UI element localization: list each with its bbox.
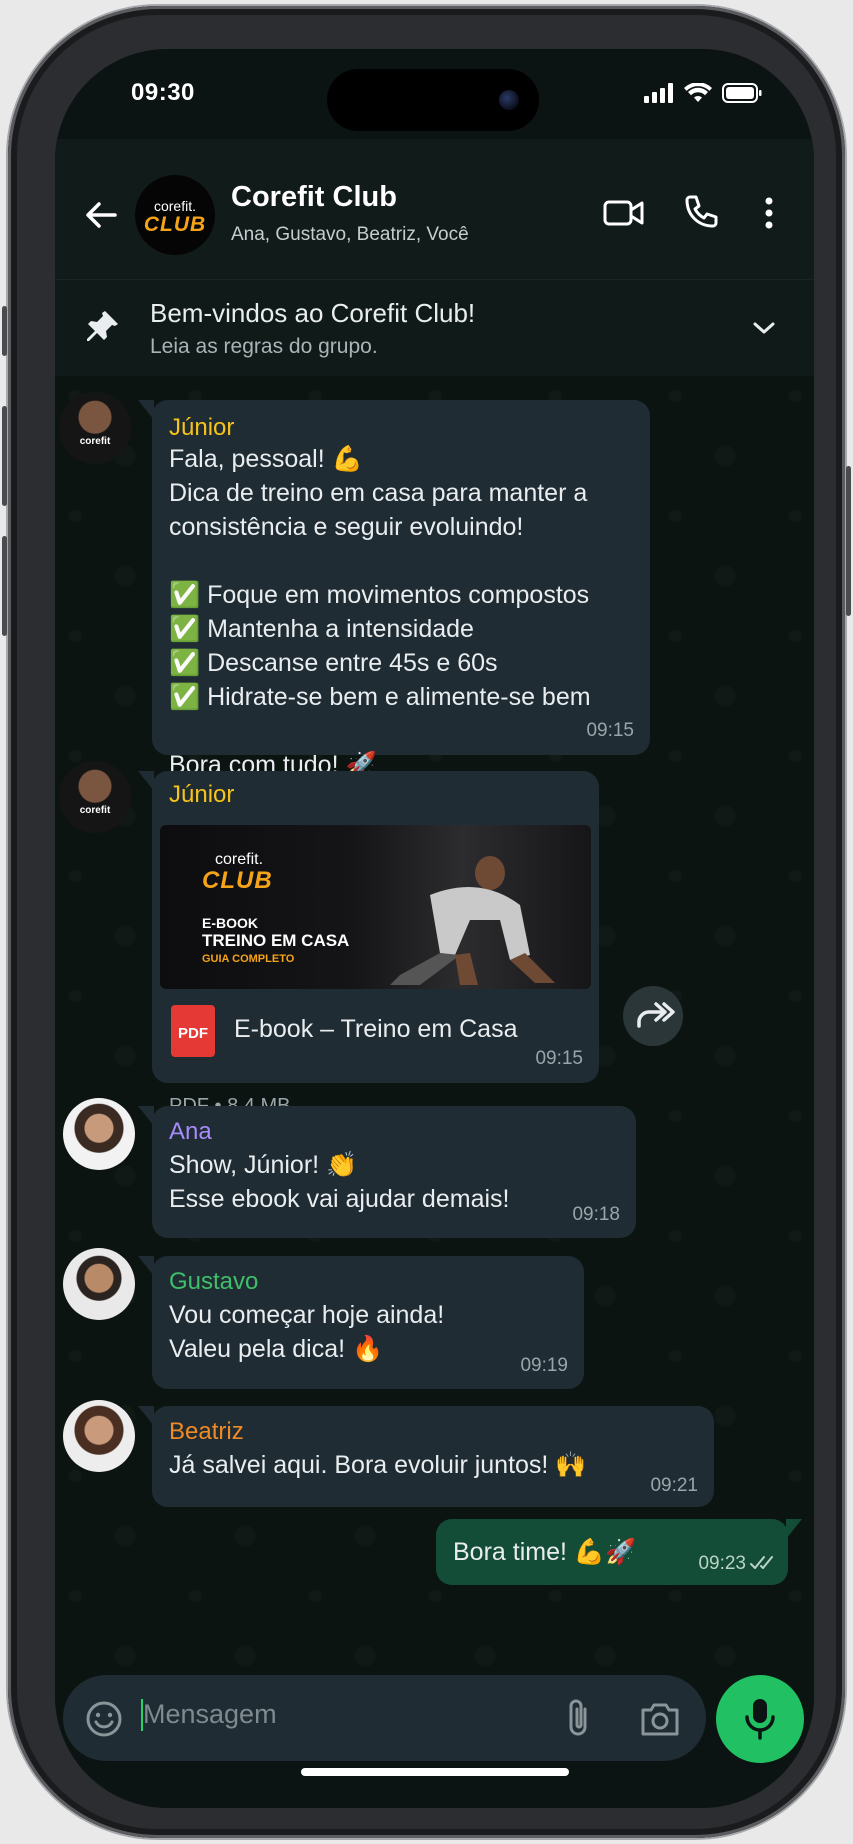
volume-down-button xyxy=(2,536,7,636)
pinned-title: Bem-vindos ao Corefit Club! xyxy=(150,298,476,328)
message-text: Show, Júnior! 👏 Esse ebook vai ajudar de… xyxy=(169,1151,510,1213)
outgoing-message[interactable]: Bora time! 💪🚀 09:23 xyxy=(436,1519,802,1585)
message-time: 09:15 xyxy=(535,1048,583,1069)
emoji-icon[interactable] xyxy=(85,1700,123,1738)
volume-up-button xyxy=(2,406,7,506)
message-time: 09:21 xyxy=(650,1475,698,1496)
more-options-icon[interactable] xyxy=(745,189,793,237)
message-text: Já salvei aqui. Bora evoluir juntos! 🙌 xyxy=(169,1451,587,1479)
dynamic-island xyxy=(327,69,539,131)
message-text: Bora time! 💪🚀 xyxy=(453,1538,637,1566)
ebook-cover-image[interactable]: corefit. CLUB E-BOOK TREINO EM CASA GUIA… xyxy=(160,825,591,989)
avatar-junior[interactable]: corefit xyxy=(59,761,131,833)
cover-label: E-BOOK xyxy=(202,915,258,931)
back-arrow-icon[interactable] xyxy=(81,195,121,235)
double-check-icon xyxy=(750,1556,773,1569)
action-button xyxy=(2,306,7,356)
athlete-figure xyxy=(390,856,555,985)
cover-subtitle: GUIA COMPLETO xyxy=(202,953,295,965)
message-bubble-3[interactable]: Ana Show, Júnior! 👏 Esse ebook vai ajuda… xyxy=(138,1106,636,1238)
forward-button[interactable] xyxy=(623,986,683,1046)
message-sender: Ana xyxy=(169,1118,212,1145)
status-time: 09:30 xyxy=(131,79,195,106)
attach-icon[interactable] xyxy=(563,1697,593,1739)
message-time: 09:15 xyxy=(586,720,634,741)
group-avatar[interactable]: corefit. CLUB xyxy=(135,175,215,255)
message-sender: Gustavo xyxy=(169,1268,259,1295)
message-sender: Júnior xyxy=(169,781,235,808)
group-title[interactable]: Corefit Club xyxy=(231,181,397,214)
phone-frame: 09:30 corefit. CLUB Corefit Club Ana, Gu… xyxy=(2,6,851,1838)
message-bubble-4[interactable]: Gustavo Vou começar hoje ainda! Valeu pe… xyxy=(138,1256,584,1389)
chat-header: corefit. CLUB Corefit Club Ana, Gustavo,… xyxy=(55,139,814,279)
group-members[interactable]: Ana, Gustavo, Beatriz, Você xyxy=(231,224,469,246)
chat-area[interactable]: corefit Júnior Fala, pessoal! 💪 Dica de … xyxy=(55,376,814,1716)
message-bubble-5[interactable]: Beatriz Já salvei aqui. Bora evoluir jun… xyxy=(138,1406,714,1507)
avatar-ana[interactable] xyxy=(63,1098,135,1170)
message-bubble-1[interactable]: Júnior Fala, pessoal! 💪 Dica de treino e… xyxy=(138,400,650,779)
forward-icon xyxy=(637,1002,675,1028)
video-call-icon[interactable] xyxy=(600,189,648,237)
camera-icon[interactable] xyxy=(639,1700,681,1738)
pinned-subtitle: Leia as regras do grupo. xyxy=(150,335,378,358)
file-name[interactable]: E-book – Treino em Casa xyxy=(234,1015,517,1044)
message-input[interactable]: Mensagem xyxy=(143,1699,277,1730)
group-avatar-line1: corefit. xyxy=(153,198,196,214)
pdf-file-icon: PDF xyxy=(171,1005,215,1057)
chevron-down-icon[interactable] xyxy=(750,314,778,342)
avatar-shirt-logo: corefit xyxy=(79,805,111,816)
side-button xyxy=(846,466,851,616)
message-sender: Júnior xyxy=(169,414,235,441)
pin-icon xyxy=(87,311,118,341)
avatar-gustavo[interactable] xyxy=(63,1248,135,1320)
microphone-icon xyxy=(745,1699,775,1740)
message-input-bar: Mensagem xyxy=(63,1675,706,1761)
message-sender: Beatriz xyxy=(169,1418,244,1445)
avatar-beatriz[interactable] xyxy=(63,1400,135,1472)
avatar-shirt-logo: corefit xyxy=(79,436,111,447)
voice-message-button[interactable] xyxy=(716,1675,804,1763)
message-time: 09:23 xyxy=(698,1553,746,1574)
cover-title: TREINO EM CASA xyxy=(202,931,350,950)
cover-brand-club: CLUB xyxy=(202,867,273,894)
pinned-message[interactable]: Bem-vindos ao Corefit Club! Leia as regr… xyxy=(55,279,814,377)
battery-icon xyxy=(722,83,762,103)
phone-call-icon[interactable] xyxy=(676,189,724,237)
home-indicator[interactable] xyxy=(301,1768,569,1776)
group-avatar-line2: CLUB xyxy=(143,213,207,236)
wifi-icon xyxy=(684,83,712,102)
status-bar: 09:30 xyxy=(55,49,814,139)
signal-icon xyxy=(644,83,673,103)
message-time: 09:18 xyxy=(572,1204,620,1225)
message-bubble-2[interactable]: Júnior corefit. CLUB E-BOOK TREINO EM CA… xyxy=(138,771,599,1117)
message-text: Vou começar hoje ainda! Valeu pela dica!… xyxy=(169,1301,445,1363)
message-text: Fala, pessoal! 💪 Dica de treino em casa … xyxy=(169,445,591,779)
camera-icon xyxy=(499,90,519,110)
message-time: 09:19 xyxy=(520,1355,568,1376)
screen: 09:30 corefit. CLUB Corefit Club Ana, Gu… xyxy=(55,49,814,1808)
avatar-junior[interactable]: corefit xyxy=(59,392,131,464)
